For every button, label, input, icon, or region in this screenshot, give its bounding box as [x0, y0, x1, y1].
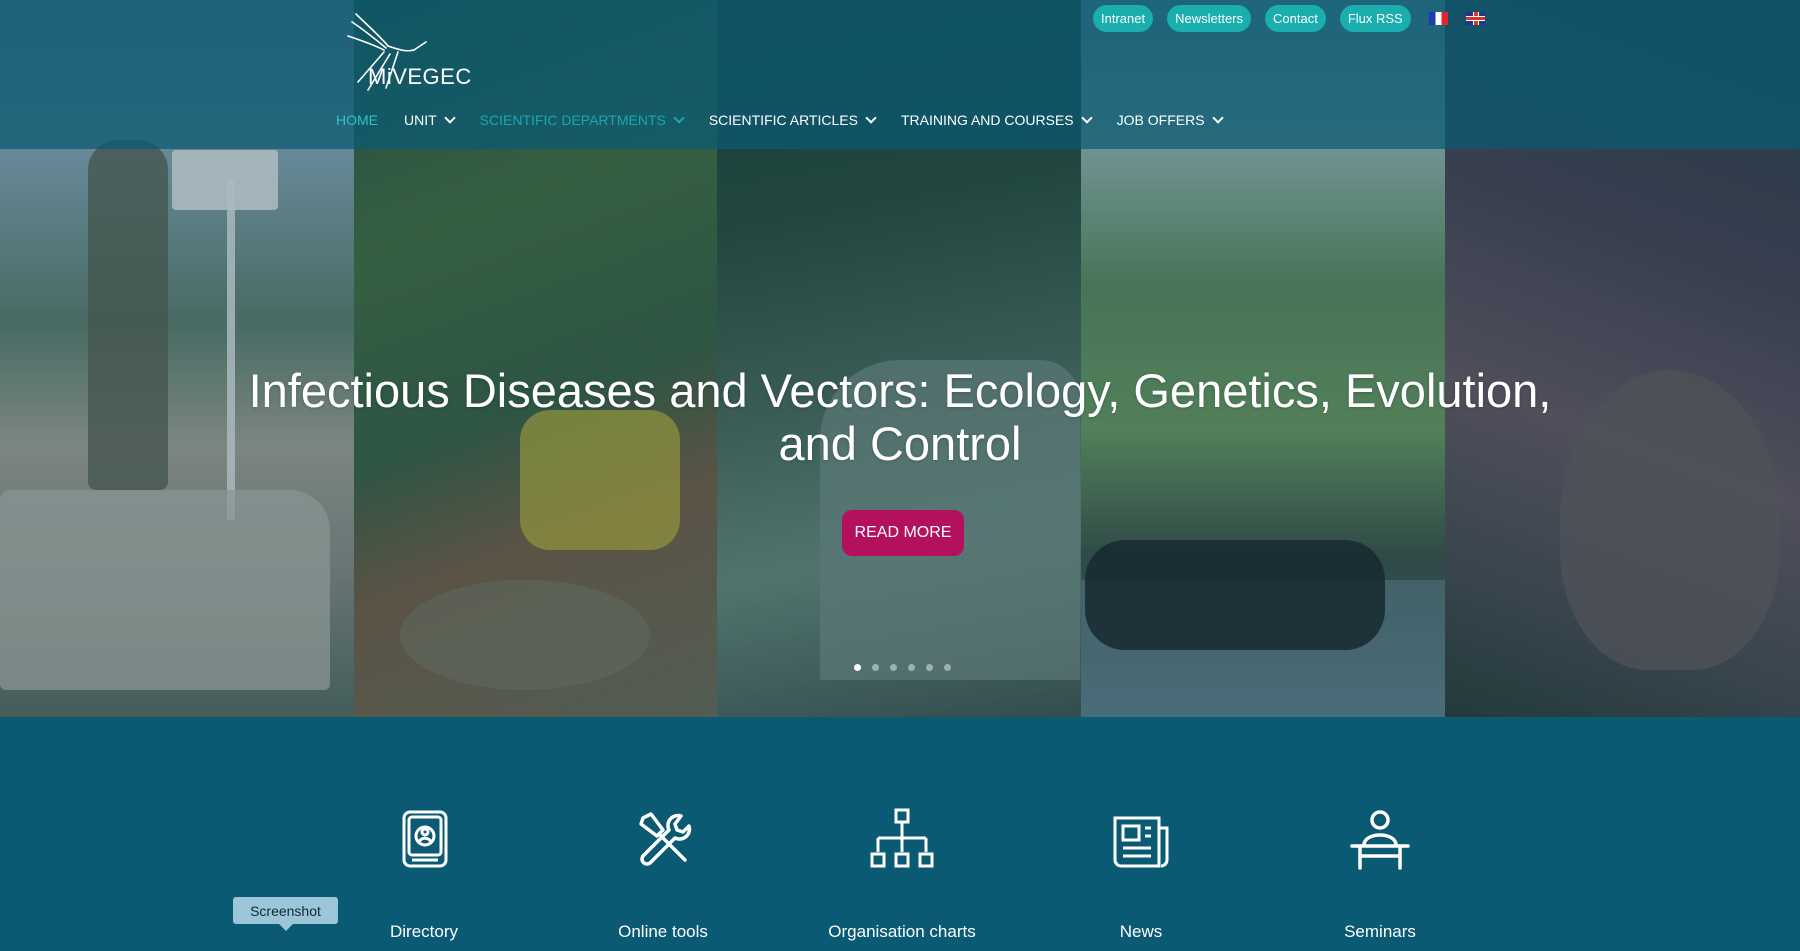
rss-link[interactable]: Flux RSS — [1339, 5, 1411, 32]
nav-label: JOB OFFERS — [1116, 112, 1205, 128]
nav-label: UNIT — [404, 112, 437, 128]
shortcut-label: Online tools — [618, 922, 708, 941]
site-logo[interactable]: MiVEGEC — [338, 12, 471, 92]
nav-job-offers[interactable]: JOB OFFERS — [1116, 112, 1224, 128]
shortcut-label: Organisation charts — [828, 922, 976, 941]
tools-icon — [639, 812, 692, 866]
slide-dot[interactable] — [872, 664, 879, 671]
read-more-button[interactable]: READ MORE — [842, 510, 964, 556]
contact-link[interactable]: Contact — [1265, 5, 1326, 32]
nav-label: HOME — [336, 112, 378, 128]
main-nav: HOME UNIT SCIENTIFIC DEPARTMENTS SCIENTI… — [336, 112, 1248, 128]
chevron-down-icon — [673, 112, 685, 124]
newsletters-link[interactable]: Newsletters — [1167, 5, 1252, 32]
logo-text: MiVEGEC — [368, 64, 472, 89]
hero-title-line: Infectious Diseases and Vectors: Ecology… — [248, 364, 1552, 417]
hero-title: Infectious Diseases and Vectors: Ecology… — [0, 364, 1800, 470]
hero-slider: MiVEGEC Intranet Newsletters Contact Flu… — [0, 0, 1800, 717]
chevron-down-icon — [865, 112, 877, 124]
org-chart-icon — [870, 808, 934, 868]
slide-dot[interactable] — [926, 664, 933, 671]
nav-label: TRAINING AND COURSES — [900, 112, 1074, 128]
chevron-down-icon — [1080, 112, 1093, 124]
shortcut-label: Directory — [389, 922, 458, 941]
nav-unit[interactable]: UNIT — [404, 112, 456, 128]
shortcut-label: Seminars — [1344, 922, 1416, 941]
shortcut-label: News — [1119, 922, 1163, 941]
slide-dot[interactable] — [944, 664, 951, 671]
slide-dot[interactable] — [908, 664, 915, 671]
uk-flag-icon[interactable] — [1465, 12, 1485, 25]
france-flag-icon[interactable] — [1428, 12, 1448, 25]
nav-training-courses[interactable]: TRAINING AND COURSES — [900, 112, 1093, 128]
nav-home[interactable]: HOME — [336, 112, 378, 128]
slide-dot[interactable] — [854, 664, 861, 671]
seminar-icon — [1350, 810, 1410, 870]
chevron-down-icon — [444, 112, 456, 124]
nav-scientific-articles[interactable]: SCIENTIFIC ARTICLES — [708, 112, 877, 128]
slide-dot[interactable] — [890, 664, 897, 671]
hero-title-line: and Control — [778, 417, 1022, 470]
intranet-link[interactable]: Intranet — [1093, 5, 1154, 32]
directory-icon — [402, 810, 448, 868]
slider-pagination — [854, 664, 951, 671]
nav-label: SCIENTIFIC ARTICLES — [708, 112, 858, 128]
nav-scientific-departments[interactable]: SCIENTIFIC DEPARTMENTS — [479, 112, 685, 128]
top-links: Intranet Newsletters Contact Flux RSS — [1093, 5, 1485, 32]
screenshot-tooltip: Screenshot — [233, 897, 338, 931]
news-icon — [1113, 816, 1169, 868]
chevron-down-icon — [1211, 112, 1224, 124]
nav-label: SCIENTIFIC DEPARTMENTS — [479, 112, 666, 128]
